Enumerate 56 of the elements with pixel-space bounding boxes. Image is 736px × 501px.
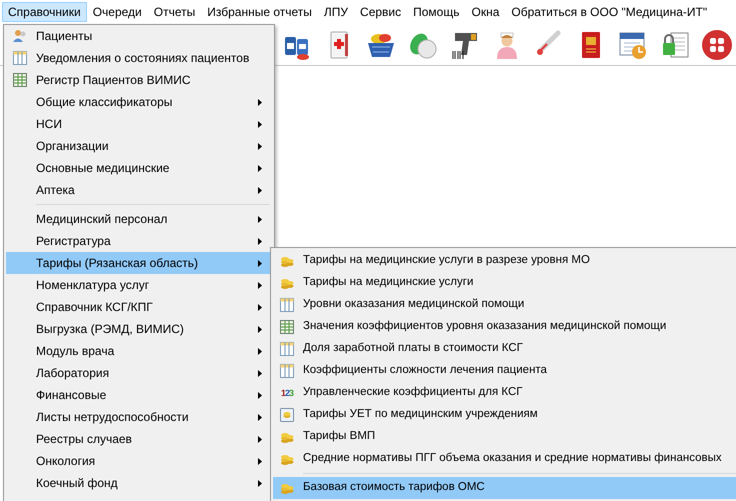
coins-icon bbox=[280, 430, 294, 444]
menu-item[interactable]: Тарифы на медицинские услуги в разрезе уровня МО bbox=[273, 250, 736, 272]
menu-item[interactable]: Лаборатория bbox=[6, 362, 272, 384]
menu-item[interactable]: Доля заработной платы в стоимости КСГ bbox=[273, 338, 736, 360]
menu-bar-item[interactable]: Отчеты bbox=[148, 2, 202, 22]
menu-item[interactable]: Значения коэффициентов уровня оказазания медицинской помощи bbox=[273, 316, 736, 338]
menu-item[interactable]: Базовая стоимость тарифов ОМС bbox=[273, 477, 736, 499]
menu-item[interactable]: Тарифы УЕТ по медицинским учреждениям bbox=[273, 404, 736, 426]
menu-item[interactable]: Выгрузка (РЭМД, ВИМИС) bbox=[6, 318, 272, 340]
menu-item[interactable]: Регистр Пациентов ВИМИС bbox=[6, 69, 272, 91]
apps-icon bbox=[701, 28, 733, 60]
menu-bar-item[interactable]: ЛПУ bbox=[318, 2, 354, 22]
menu-bar-item[interactable]: Очереди bbox=[86, 2, 148, 22]
people-icon bbox=[13, 29, 27, 43]
menu-item[interactable]: Тарифы ВМП bbox=[273, 426, 736, 448]
menu-item[interactable]: Средние нормативы ПГГ объема оказания и средние нормативы финансовых bbox=[273, 448, 736, 470]
coins-icon bbox=[280, 481, 294, 495]
menu-item[interactable]: Аптека bbox=[6, 179, 272, 201]
menu-item[interactable]: Листы нетрудоспособности bbox=[6, 406, 272, 428]
menu-item[interactable]: Организации bbox=[6, 135, 272, 157]
grid-icon bbox=[13, 73, 27, 87]
menu-item[interactable]: Уведомления о состояниях пациентов bbox=[6, 47, 272, 69]
menu-bar-item[interactable]: Помощь bbox=[407, 2, 466, 22]
menu-item[interactable]: Коечный фонд bbox=[6, 472, 272, 494]
menu-item[interactable]: Справочник КСГ/КПГ bbox=[6, 296, 272, 318]
numbers-icon: 123 bbox=[280, 388, 294, 398]
menu-bar-item[interactable]: Справочники bbox=[2, 2, 87, 22]
menu-bar-item[interactable]: Обратиться в ООО "Медицина-ИТ" bbox=[505, 2, 714, 22]
coins-icon bbox=[280, 276, 294, 290]
table-icon bbox=[280, 364, 294, 378]
menu-item[interactable]: Тарифы на медицинские услуги bbox=[273, 272, 736, 294]
menu-item[interactable]: Основные медицинские bbox=[6, 157, 272, 179]
menu-item[interactable]: Финансовые bbox=[6, 384, 272, 406]
menu-item[interactable]: Общие классификаторы bbox=[6, 91, 272, 113]
menu-item[interactable]: Регистратура bbox=[6, 230, 272, 252]
menu-item[interactable]: Коэффициенты сложности лечения пациента bbox=[273, 360, 736, 382]
menu-item[interactable]: Тарифы (Рязанская область) bbox=[6, 252, 272, 274]
menu-bar-item[interactable]: Сервис bbox=[354, 2, 408, 22]
menu-bar-item[interactable]: Избранные отчеты bbox=[201, 2, 318, 22]
menu-item[interactable]: Номенклатура услуг bbox=[6, 274, 272, 296]
menu-item[interactable]: Реестры случаев bbox=[6, 428, 272, 450]
menu-item[interactable]: НСИ bbox=[6, 113, 272, 135]
coins-icon bbox=[280, 254, 294, 268]
menu-item[interactable]: 123 Управленческие коэффициенты для КСГ bbox=[273, 382, 736, 404]
menu-bar-item[interactable]: Окна bbox=[465, 2, 506, 22]
menu-item[interactable]: Медицинский персонал bbox=[6, 208, 272, 230]
menu-item[interactable]: Пациенты bbox=[6, 25, 272, 47]
coins-icon bbox=[280, 452, 294, 466]
menu-item[interactable]: Модуль врача bbox=[6, 340, 272, 362]
menu-item[interactable]: Онкология bbox=[6, 450, 272, 472]
menu-item[interactable]: Уровни оказазания медицинской помощи bbox=[273, 294, 736, 316]
table-icon bbox=[280, 342, 294, 356]
table-icon bbox=[280, 298, 294, 312]
grid-icon bbox=[280, 320, 294, 334]
coin-card-icon bbox=[280, 408, 294, 422]
table-icon bbox=[13, 51, 27, 65]
